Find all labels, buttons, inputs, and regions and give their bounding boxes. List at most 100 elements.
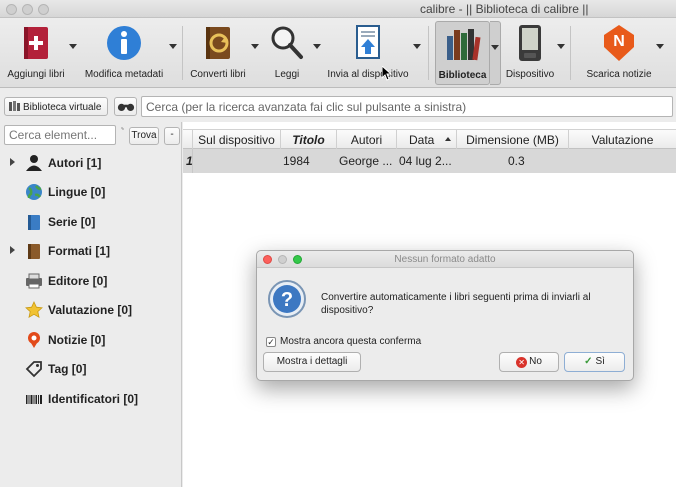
table-row[interactable]: 1 1984 George ... 04 lug 2... 0.3 [183, 149, 676, 173]
tree-item-label: Serie [0] [48, 215, 96, 229]
column-header-rating[interactable]: Valutazione [569, 130, 676, 149]
tree-item-series[interactable]: Serie [0] [0, 211, 182, 233]
magnifier-icon [271, 26, 303, 59]
expand-arrow-icon[interactable] [10, 246, 15, 254]
tree-item-label: Formati [1] [48, 244, 111, 258]
tree-item-tags[interactable]: Tag [0] [0, 358, 182, 380]
column-header-title[interactable]: Titolo [281, 130, 337, 149]
yes-button-label: Sì [595, 356, 605, 367]
add-books-menu-button[interactable] [68, 18, 78, 88]
search-bar-row: Biblioteca virtuale Cerca (per la ricerc… [0, 94, 676, 122]
advanced-search-button[interactable] [114, 97, 137, 116]
library-icon [9, 101, 20, 111]
news-download-icon: N [604, 25, 634, 61]
sort-ascending-icon [445, 137, 451, 141]
device-button[interactable]: Dispositivo [504, 18, 556, 88]
binoculars-icon [117, 103, 135, 111]
device-menu-button[interactable] [556, 18, 566, 88]
tag-find-button[interactable]: Trova [129, 127, 159, 145]
read-menu-button[interactable] [312, 18, 322, 88]
ereader-icon [519, 25, 541, 61]
window-title: calibre - || Biblioteca di calibre || [420, 2, 589, 16]
send-to-device-icon [356, 25, 380, 59]
fetch-news-button[interactable]: N Scarica notizie [584, 18, 654, 88]
toolbar-label: Leggi [274, 69, 300, 80]
column-header-on-device[interactable]: Sul dispositivo [193, 130, 281, 149]
info-icon [107, 26, 141, 60]
search-input[interactable]: Cerca (per la ricerca avanzata fai clic … [141, 96, 673, 117]
column-header-date-label: Data [409, 133, 435, 147]
main-toolbar: Aggiungi libri Modifica metadati Convert… [0, 18, 676, 88]
library-button[interactable]: Biblioteca [435, 21, 490, 85]
tag-icon [25, 361, 42, 378]
barcode-icon [26, 395, 42, 404]
column-header-date[interactable]: Data [397, 130, 457, 149]
cell-date: 04 lug 2... [399, 154, 452, 168]
toolbar-label: Scarica notizie [586, 69, 652, 80]
toolbar-label: Converti libri [190, 69, 246, 80]
edit-metadata-menu-button[interactable] [168, 18, 178, 88]
minimize-window-button[interactable] [22, 4, 33, 15]
library-menu-button[interactable] [490, 21, 501, 85]
yes-button[interactable]: ✓ Sì [564, 352, 625, 372]
tree-item-news[interactable]: Notizie [0] [0, 329, 182, 351]
cancel-icon: ✕ [516, 357, 528, 368]
checkbox-checked-icon: ✓ [266, 337, 276, 347]
read-button[interactable]: Leggi [262, 18, 312, 88]
news-icon [28, 332, 40, 348]
no-button-label: No [529, 356, 542, 367]
edit-metadata-button[interactable]: Modifica metadati [80, 18, 168, 88]
toolbar-label: Invia al dispositivo [327, 69, 409, 80]
cell-authors: George ... [339, 154, 393, 168]
send-to-device-button[interactable]: Invia al dispositivo [324, 18, 412, 88]
library-books-icon [446, 29, 481, 61]
add-book-icon [24, 27, 48, 59]
svg-text:N: N [613, 33, 625, 50]
tree-item-identifiers[interactable]: Identificatori [0] [0, 388, 182, 410]
expand-arrow-icon[interactable] [10, 158, 15, 166]
tag-browser-panel: Cerca element... Trova - Autori [1] Ling… [0, 122, 182, 487]
toolbar-separator [182, 26, 183, 80]
tag-find-row: Cerca element... Trova - [4, 125, 180, 147]
tree-item-languages[interactable]: Lingue [0] [0, 181, 182, 203]
mouse-cursor-icon [382, 66, 392, 81]
checkbox-label: Mostra ancora questa conferma [280, 336, 422, 347]
fetch-news-menu-button[interactable] [655, 18, 665, 88]
tree-item-label: Tag [0] [48, 362, 87, 376]
column-header-authors[interactable]: Autori [337, 130, 397, 149]
no-button[interactable]: ✕ No [499, 352, 559, 372]
tree-item-rating[interactable]: Valutazione [0] [0, 299, 182, 321]
svg-text:?: ? [281, 289, 293, 311]
tag-find-input[interactable]: Cerca element... [4, 125, 116, 145]
series-icon [28, 215, 40, 230]
row-header [183, 149, 193, 173]
table-header: Sul dispositivo Titolo Autori Data Dimen… [183, 129, 676, 149]
virtual-library-label: Biblioteca virtuale [23, 102, 102, 113]
tree-item-label: Identificatori [0] [48, 392, 139, 406]
tree-item-formats[interactable]: Formati [1] [0, 240, 182, 262]
window-titlebar: calibre - || Biblioteca di calibre || [0, 0, 676, 18]
globe-icon [26, 184, 42, 200]
close-window-button[interactable] [6, 4, 17, 15]
dialog-titlebar: Nessun formato adatto [257, 251, 633, 268]
book-format-icon [28, 244, 40, 259]
row-number-header [183, 130, 193, 149]
toolbar-label: Modifica metadati [84, 69, 164, 80]
add-books-button[interactable]: Aggiungi libri [2, 18, 70, 88]
toolbar-label: Biblioteca [438, 70, 487, 81]
dialog-title: Nessun formato adatto [394, 254, 496, 265]
tree-item-publisher[interactable]: Editore [0] [0, 270, 182, 292]
column-header-size[interactable]: Dimensione (MB) [457, 130, 569, 149]
person-icon [26, 155, 42, 171]
send-to-device-menu-button[interactable] [412, 18, 422, 88]
convert-books-button[interactable]: Converti libri [186, 18, 250, 88]
collapse-all-button[interactable]: - [164, 127, 180, 145]
zoom-window-button[interactable] [38, 4, 49, 15]
show-details-button[interactable]: Mostra i dettagli [263, 352, 361, 372]
show-confirmation-checkbox[interactable]: ✓ Mostra ancora questa conferma [266, 336, 421, 347]
question-icon: ? [268, 280, 306, 318]
convert-books-menu-button[interactable] [250, 18, 260, 88]
virtual-library-button[interactable]: Biblioteca virtuale [4, 97, 108, 116]
tree-item-authors[interactable]: Autori [1] [0, 152, 182, 174]
star-icon [25, 301, 43, 318]
